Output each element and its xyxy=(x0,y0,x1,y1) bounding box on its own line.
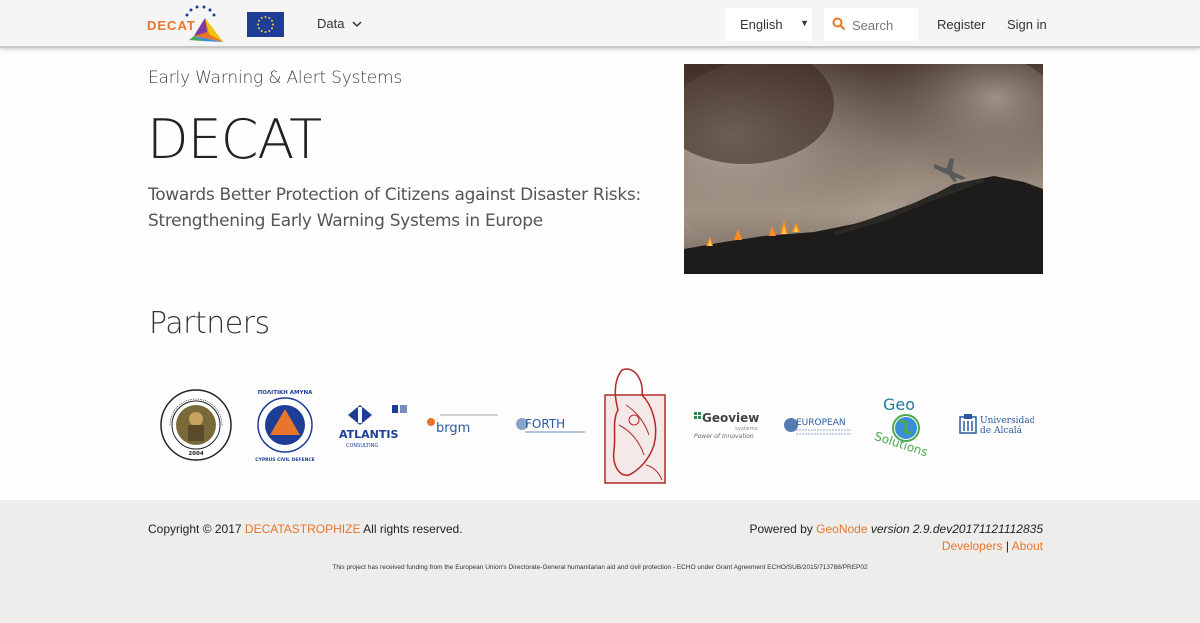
version-text: version 2.9.dev20171121112835 xyxy=(867,522,1043,536)
search-box xyxy=(824,8,918,41)
hero-description: Towards Better Protection of Citizens ag… xyxy=(148,182,668,234)
footer-powered-by: Powered by GeoNode version 2.9.dev201711… xyxy=(749,522,1043,536)
hero-title: DECAT xyxy=(147,108,322,171)
decat-logo[interactable]: DECAT xyxy=(147,4,225,44)
about-link[interactable]: About xyxy=(1012,539,1043,553)
copyright-suffix: All rights reserved. xyxy=(360,522,463,536)
geo-solutions-text1: Geo xyxy=(883,395,915,414)
search-icon[interactable] xyxy=(832,17,846,31)
wildfire-image xyxy=(684,64,1043,274)
forth-text: FORTH xyxy=(525,417,565,431)
caret-down-icon: ▼ xyxy=(800,18,809,28)
decatastrophize-link[interactable]: DECATASTROPHIZE xyxy=(245,522,361,536)
data-menu[interactable]: Data xyxy=(317,16,362,31)
partner-logo-polytechnic[interactable] xyxy=(604,365,666,485)
powered-prefix: Powered by xyxy=(749,522,817,536)
register-link[interactable]: Register xyxy=(937,17,985,32)
partner-logo-civil-defence[interactable]: ΠΟΛΙΤΙΚΗ ΑΜΥΝΑ CYPRUS CIVIL DEFENCE xyxy=(248,387,322,463)
geonode-link[interactable]: GeoNode xyxy=(816,522,867,536)
atlantis-text: ATLANTIS xyxy=(339,428,398,441)
partner-logo-alcala[interactable]: Universidad de Alcalá xyxy=(958,411,1036,439)
cut-year: 2004 xyxy=(188,451,203,457)
geoview-text: Geoview xyxy=(702,411,759,425)
hero-description-line2: Strengthening Early Warning Systems in E… xyxy=(148,211,543,231)
partners-title: Partners xyxy=(149,306,270,341)
hero-description-line1: Towards Better Protection of Citizens ag… xyxy=(148,185,641,205)
partner-logo-forth[interactable]: FORTH xyxy=(515,413,589,435)
alcala-text1: Universidad xyxy=(980,416,1034,426)
partner-logo-atlantis[interactable]: ATLANTIS CONSULTING xyxy=(338,403,410,449)
partner-logo-cut[interactable]: 2004 xyxy=(160,389,232,461)
links-separator: | xyxy=(1002,539,1012,553)
geoview-sub: systems xyxy=(735,426,758,432)
funding-notice: This project has received funding from t… xyxy=(332,564,868,571)
navbar: DECAT Data English ▼ Register Sign in xyxy=(0,0,1200,48)
brgm-text: brgm xyxy=(436,421,470,436)
footer-links: Developers | About xyxy=(942,539,1043,553)
footer-copyright: Copyright © 2017 DECATASTROPHIZE All rig… xyxy=(148,522,463,536)
copyright-prefix: Copyright © 2017 xyxy=(148,522,245,536)
alcala-text2: de Alcalá xyxy=(980,425,1023,436)
language-value: English xyxy=(740,17,783,32)
logo-text: DECAT xyxy=(147,18,196,33)
chevron-down-icon xyxy=(352,20,362,31)
partner-logo-brgm[interactable]: brgm xyxy=(426,411,500,437)
atlantis-sub: CONSULTING xyxy=(346,443,378,449)
signin-link[interactable]: Sign in xyxy=(1007,17,1047,32)
civil-defence-bottom: CYPRUS CIVIL DEFENCE xyxy=(255,457,314,463)
data-menu-label: Data xyxy=(317,16,345,31)
partner-logo-geo-solutions[interactable]: Geo Solutions xyxy=(868,390,944,460)
civil-defence-top: ΠΟΛΙΤΙΚΗ ΑΜΥΝΑ xyxy=(258,390,313,396)
partner-logo-geoview[interactable]: Geoview systems Power of Innovation xyxy=(693,410,767,440)
eu-flag-icon xyxy=(247,12,284,37)
developers-link[interactable]: Developers xyxy=(942,539,1003,553)
eu-stars xyxy=(257,16,274,33)
partner-logo-european[interactable]: EUROPEAN xyxy=(783,413,857,437)
european-text: EUROPEAN xyxy=(796,418,846,428)
hero-subtitle: Early Warning & Alert Systems xyxy=(148,68,403,88)
footer: Copyright © 2017 DECATASTROPHIZE All rig… xyxy=(0,500,1200,623)
geoview-tagline: Power of Innovation xyxy=(694,433,754,440)
search-input[interactable] xyxy=(852,16,914,34)
language-select[interactable]: English ▼ xyxy=(725,8,812,41)
